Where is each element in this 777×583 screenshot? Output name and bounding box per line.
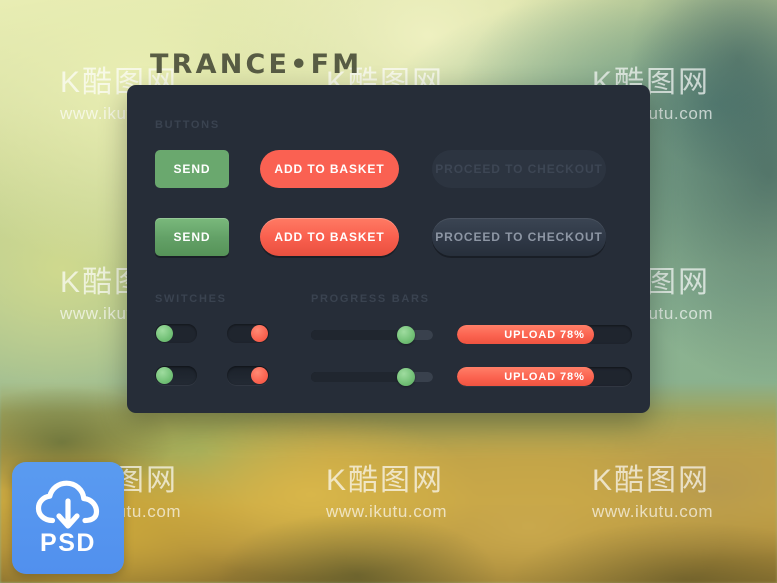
proceed-to-checkout-button-disabled[interactable]: PROCEED TO CHECKOUT [432,150,606,188]
cloud-download-icon [12,480,124,532]
slider-knob[interactable] [397,326,416,344]
proceed-to-checkout-button[interactable]: PROCEED TO CHECKOUT [432,218,606,256]
send-button[interactable]: SEND [155,150,229,188]
add-to-basket-button[interactable]: ADD TO BASKET [260,150,399,188]
toggle-switch-off[interactable] [227,324,269,343]
switch-knob [251,367,268,384]
progress-label: UPLOAD 78% [504,370,585,383]
slider-track[interactable] [311,368,433,386]
switch-knob [156,325,173,342]
switch-knob [156,367,173,384]
section-label-buttons: BUTTONS [155,119,220,131]
upload-progress-bar[interactable]: UPLOAD 78% [457,367,632,386]
slider-fill [311,330,407,340]
upload-progress-bar[interactable]: UPLOAD 78% [457,325,632,344]
send-button[interactable]: SEND [155,218,229,256]
toggle-switch-on[interactable] [155,324,197,343]
switch-knob [251,325,268,342]
screenshot-canvas: K酷图网www.ikutu.comK酷图网www.ikutu.comK酷图网ww… [0,0,777,583]
brand-logo: TRANCE•FM [150,49,363,80]
toggle-switch-off[interactable] [227,366,269,385]
ui-kit-panel: BUTTONS SWITCHES PROGRESS BARS SEND ADD … [127,85,650,413]
toggle-switch-on[interactable] [155,366,197,385]
slider-knob[interactable] [397,368,416,386]
psd-download-badge[interactable]: PSD [12,462,124,574]
section-label-progress: PROGRESS BARS [311,293,430,305]
slider-track[interactable] [311,326,433,344]
section-label-switches: SWITCHES [155,293,227,305]
progress-label: UPLOAD 78% [504,328,585,341]
add-to-basket-button[interactable]: ADD TO BASKET [260,218,399,256]
psd-label: PSD [40,529,96,557]
slider-fill [311,372,407,382]
